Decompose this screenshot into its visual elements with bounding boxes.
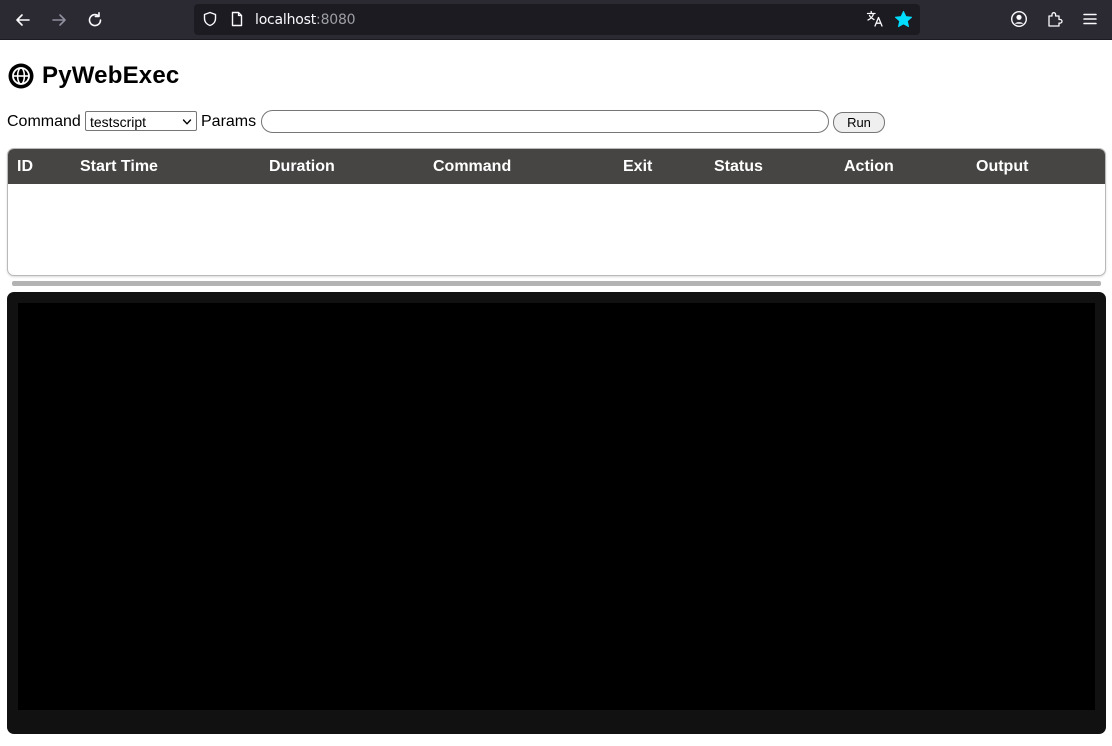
page-header: PyWebExec — [8, 60, 179, 92]
page-title: PyWebExec — [42, 62, 180, 89]
forward-button[interactable] — [47, 8, 71, 32]
column-header-output[interactable]: Output — [976, 158, 1028, 176]
resize-splitter[interactable] — [12, 281, 1101, 286]
command-form: Command testscript Params Run — [7, 109, 1107, 135]
terminal-output[interactable] — [18, 303, 1095, 710]
menu-icon[interactable] — [1081, 10, 1099, 28]
command-label: Command — [7, 113, 81, 130]
arrow-left-icon — [16, 14, 30, 26]
url-port: :8080 — [316, 12, 356, 28]
url-text[interactable]: localhost:8080 — [255, 12, 356, 28]
command-select[interactable]: testscript — [85, 111, 197, 131]
command-select-value: testscript — [90, 114, 147, 130]
params-input[interactable] — [261, 110, 829, 133]
output-panel — [7, 292, 1106, 734]
globe-icon — [8, 63, 34, 89]
reload-button[interactable] — [83, 8, 107, 32]
translate-icon[interactable] — [866, 10, 884, 28]
commands-table: ID Start Time Duration Command Exit Stat… — [7, 148, 1106, 276]
table-header: ID Start Time Duration Command Exit Stat… — [8, 149, 1105, 184]
column-header-command[interactable]: Command — [433, 158, 511, 176]
column-header-exit[interactable]: Exit — [623, 158, 652, 176]
back-button[interactable] — [11, 8, 35, 32]
shield-icon[interactable] — [202, 11, 218, 27]
page-icon[interactable] — [229, 11, 245, 27]
column-header-start-time[interactable]: Start Time — [80, 158, 158, 176]
browser-toolbar: localhost:8080 — [0, 0, 1112, 40]
chevron-down-icon — [182, 119, 192, 125]
account-icon[interactable] — [1010, 10, 1028, 28]
column-header-status[interactable]: Status — [714, 158, 763, 176]
url-host: localhost — [255, 12, 317, 28]
table-body — [8, 184, 1105, 275]
address-bar[interactable]: localhost:8080 — [194, 4, 920, 35]
extensions-icon[interactable] — [1046, 10, 1064, 28]
arrow-right-icon — [52, 14, 66, 26]
reload-icon — [88, 12, 102, 27]
column-header-action[interactable]: Action — [844, 158, 894, 176]
column-header-duration[interactable]: Duration — [269, 158, 335, 176]
column-header-id[interactable]: ID — [17, 158, 33, 176]
bookmark-star-icon[interactable] — [894, 10, 913, 29]
run-button[interactable]: Run — [833, 112, 885, 133]
params-label: Params — [201, 113, 257, 130]
